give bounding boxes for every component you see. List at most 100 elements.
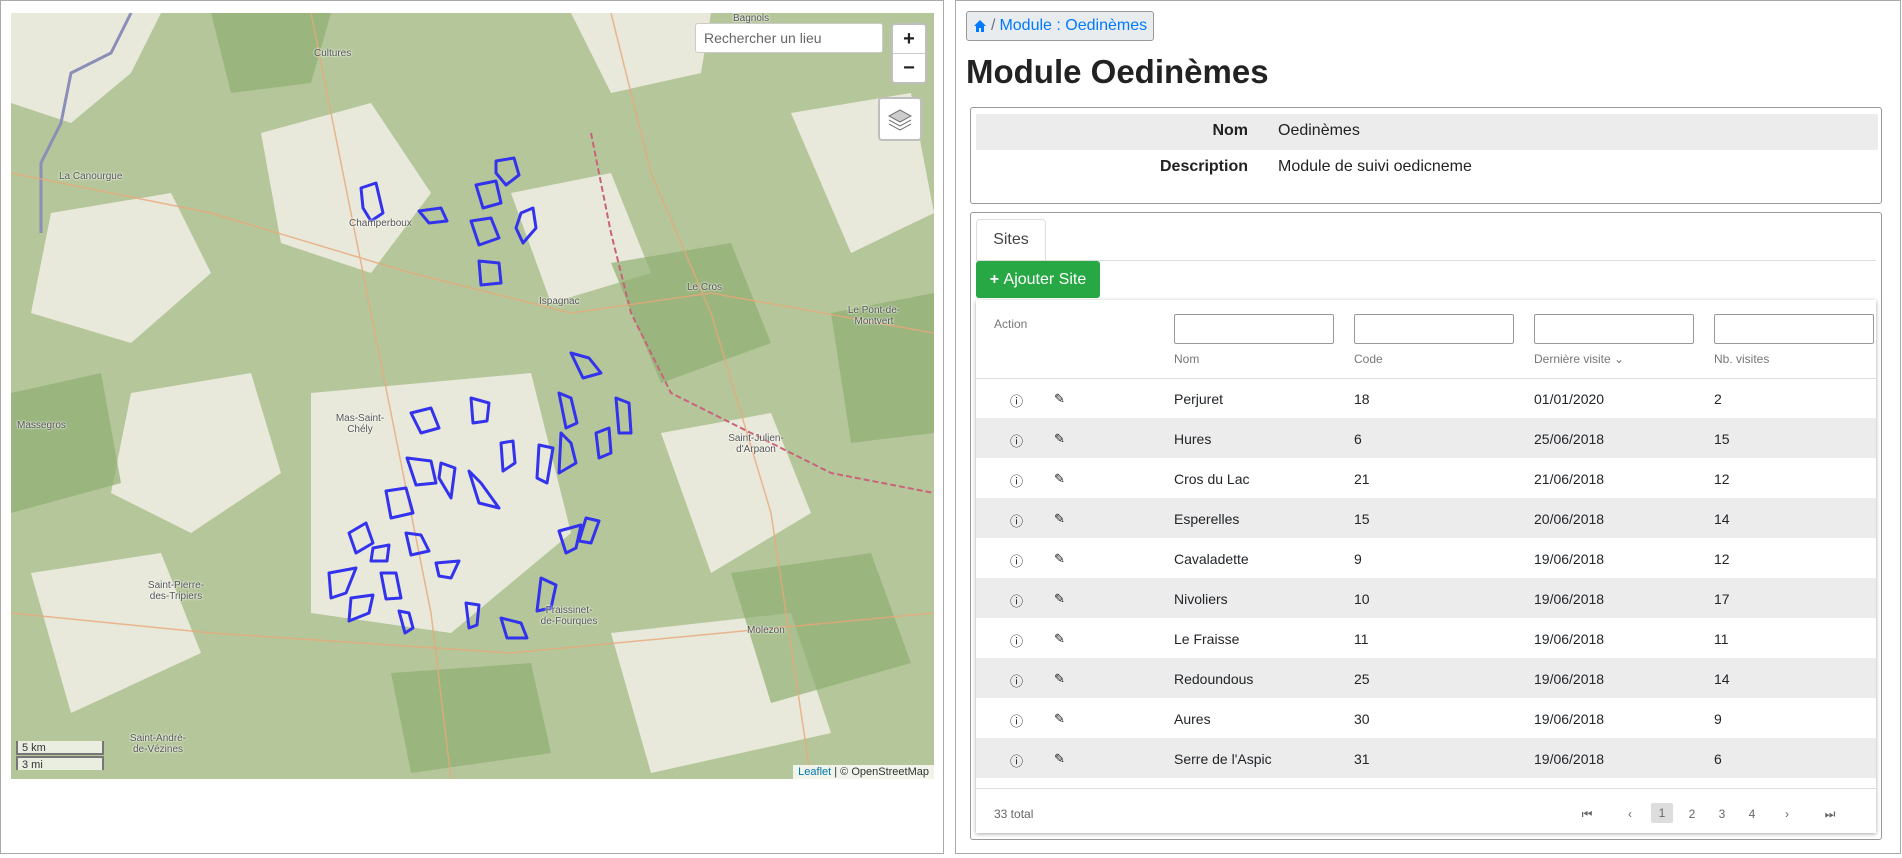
next-page-icon[interactable]: › [1776, 807, 1798, 821]
module-info-card: Nom Oedinèmes Description Module de suiv… [970, 107, 1882, 204]
sort-desc-icon: ⌄ [1614, 352, 1625, 366]
header-nb-visites[interactable]: Nb. visites [1714, 352, 1769, 366]
info-icon[interactable]: ⓘ [1010, 631, 1023, 650]
cell-nom: Cavaladette [1174, 551, 1249, 567]
cell-nb-visites: 2 [1714, 391, 1722, 407]
cell-code: 21 [1354, 471, 1370, 487]
edit-icon[interactable]: ✎ [1054, 751, 1065, 767]
breadcrumb-current[interactable]: Module : Oedinèmes [999, 17, 1147, 35]
cell-nb-visites: 11 [1714, 631, 1729, 647]
nom-value: Oedinèmes [1278, 122, 1360, 139]
table-row: ⓘ ✎ Cros du Lac 21 21/06/2018 12 [976, 458, 1876, 498]
zoom-out-button[interactable]: − [893, 53, 925, 82]
cell-derniere-visite: 19/06/2018 [1534, 551, 1605, 567]
cell-derniere-visite: 25/06/2018 [1534, 431, 1605, 447]
info-icon[interactable]: ⓘ [1010, 471, 1023, 490]
table-row: ⓘ ✎ Le Fraisse 11 19/06/2018 11 [976, 618, 1876, 658]
info-icon[interactable]: ⓘ [1010, 431, 1023, 450]
first-page-icon[interactable]: ⏮ [1576, 807, 1598, 822]
add-site-button[interactable]: + Ajouter Site [976, 261, 1100, 298]
page-2[interactable]: 2 [1681, 807, 1703, 821]
header-nom[interactable]: Nom [1174, 352, 1199, 366]
cell-derniere-visite: 01/01/2020 [1534, 391, 1605, 407]
cell-code: 30 [1354, 711, 1370, 727]
map-attribution: Leaflet | © OpenStreetMap [793, 765, 934, 779]
map[interactable]: Cultures Bagnols La Canourgue Champerbou… [11, 13, 934, 779]
map-place-label: Cultures [314, 48, 352, 59]
layers-button[interactable] [878, 97, 922, 141]
edit-icon[interactable]: ✎ [1054, 671, 1065, 687]
table-row: ⓘ ✎ Serre de l'Aspic 31 19/06/2018 6 [976, 738, 1876, 778]
edit-icon[interactable]: ✎ [1054, 631, 1065, 647]
cell-nb-visites: 9 [1714, 711, 1722, 727]
page-4[interactable]: 4 [1741, 807, 1763, 821]
tab-sites[interactable]: Sites [976, 219, 1046, 261]
edit-icon[interactable]: ✎ [1054, 431, 1065, 447]
cell-code: 15 [1354, 511, 1370, 527]
info-icon[interactable]: ⓘ [1010, 711, 1023, 730]
edit-icon[interactable]: ✎ [1054, 591, 1065, 607]
cell-nom: Nivoliers [1174, 591, 1228, 607]
map-place-label: Molezon [747, 625, 785, 636]
description-value: Module de suivi oedicneme [1278, 158, 1472, 175]
map-place-label: Ispagnac [539, 296, 580, 307]
cell-code: 18 [1354, 391, 1370, 407]
cell-code: 31 [1354, 751, 1370, 767]
info-icon[interactable]: ⓘ [1010, 671, 1023, 690]
map-place-label: Le Pont-de-Montvert [847, 305, 901, 327]
table-row: ⓘ ✎ Aures 30 19/06/2018 9 [976, 698, 1876, 738]
filter-derniere-visite-input[interactable] [1534, 314, 1694, 344]
page-1[interactable]: 1 [1651, 803, 1673, 823]
info-icon[interactable]: ⓘ [1010, 751, 1023, 770]
home-icon[interactable] [973, 19, 987, 33]
layers-icon [887, 109, 913, 131]
map-place-label: Saint-Pierre-des-Tripiers [147, 580, 205, 602]
info-icon[interactable]: ⓘ [1010, 591, 1023, 610]
edit-icon[interactable]: ✎ [1054, 471, 1065, 487]
cell-code: 10 [1354, 591, 1370, 607]
table-header: Action Nom Code Dernière visite ⌄ Nb. vi… [976, 300, 1876, 379]
header-derniere-visite-label: Dernière visite [1534, 352, 1611, 366]
map-place-label: La Canourgue [59, 171, 123, 182]
sites-table: Action Nom Code Dernière visite ⌄ Nb. vi… [976, 300, 1876, 833]
last-page-icon[interactable]: ⏭ [1819, 807, 1841, 822]
total-count: 33 total [994, 807, 1034, 821]
filter-nb-visites-input[interactable] [1714, 314, 1874, 344]
filter-code-input[interactable] [1354, 314, 1514, 344]
sites-card: Sites + Ajouter Site Action Nom Code Der… [970, 212, 1882, 840]
prev-page-icon[interactable]: ‹ [1619, 807, 1641, 821]
scale-km: 5 km [16, 741, 104, 755]
description-label: Description [1159, 158, 1248, 175]
info-icon[interactable]: ⓘ [1010, 511, 1023, 530]
table-row: ⓘ ✎ Nivoliers 10 19/06/2018 17 [976, 578, 1876, 618]
edit-icon[interactable]: ✎ [1054, 511, 1065, 527]
osm-attribution: | © OpenStreetMap [831, 766, 929, 778]
cell-nom: Serre de l'Aspic [1174, 751, 1272, 767]
header-code[interactable]: Code [1354, 352, 1383, 366]
info-icon[interactable]: ⓘ [1010, 551, 1023, 570]
cell-nom: Aures [1174, 711, 1211, 727]
detail-panel: / Module : Oedinèmes Module Oedinèmes No… [955, 0, 1901, 854]
map-search-input[interactable]: Rechercher un lieu [695, 23, 883, 53]
header-derniere-visite[interactable]: Dernière visite ⌄ [1534, 352, 1624, 366]
cell-code: 25 [1354, 671, 1370, 687]
cell-nb-visites: 14 [1714, 671, 1730, 687]
edit-icon[interactable]: ✎ [1054, 391, 1065, 407]
cell-derniere-visite: 19/06/2018 [1534, 631, 1605, 647]
tab-divider [976, 260, 1876, 261]
table-row: ⓘ ✎ Cavaladette 9 19/06/2018 12 [976, 538, 1876, 578]
edit-icon[interactable]: ✎ [1054, 551, 1065, 567]
map-scale: 5 km 3 mi [16, 741, 104, 771]
map-panel: Cultures Bagnols La Canourgue Champerbou… [0, 0, 944, 854]
edit-icon[interactable]: ✎ [1054, 711, 1065, 727]
cell-nb-visites: 12 [1714, 471, 1730, 487]
info-icon[interactable]: ⓘ [1010, 391, 1023, 410]
nom-label: Nom [1212, 122, 1248, 139]
filter-nom-input[interactable] [1174, 314, 1334, 344]
cell-code: 9 [1354, 551, 1362, 567]
cell-nb-visites: 15 [1714, 431, 1730, 447]
map-place-label: Saint-André-de-Vézines [129, 733, 187, 755]
page-3[interactable]: 3 [1711, 807, 1733, 821]
zoom-in-button[interactable]: + [893, 25, 925, 53]
leaflet-link[interactable]: Leaflet [798, 766, 831, 778]
